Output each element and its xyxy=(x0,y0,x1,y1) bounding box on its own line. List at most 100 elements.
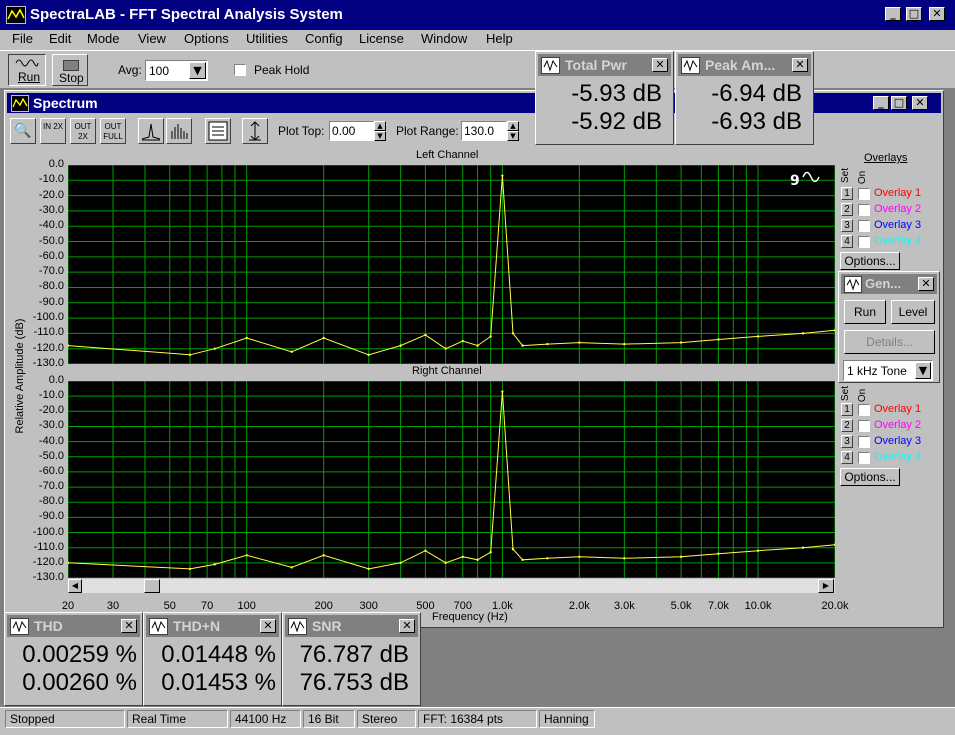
magnify-button[interactable]: 🔍 xyxy=(10,118,36,144)
maximize-button[interactable]: □ xyxy=(906,7,922,21)
thdn-title: THD+N xyxy=(173,618,221,634)
thdn-close-button[interactable]: ✕ xyxy=(260,619,276,633)
plot-range-input[interactable]: 130.0 xyxy=(461,121,507,141)
generator-title-bar[interactable]: Gen... ✕ xyxy=(841,274,937,294)
menu-license[interactable]: License xyxy=(359,31,404,46)
overlay-set-button[interactable]: 4 xyxy=(841,451,853,464)
spectrum-point xyxy=(623,557,626,560)
app-title-bar[interactable]: SpectraLAB - FFT Spectral Analysis Syste… xyxy=(0,0,955,30)
plot-top-input[interactable]: 0.00 xyxy=(329,121,374,141)
bar-mode-button[interactable] xyxy=(166,118,192,144)
chevron-down-icon[interactable]: ▼ xyxy=(189,62,206,79)
horizontal-scrollbar[interactable]: ◀ ▶ xyxy=(68,579,835,593)
x-tick-label: 70 xyxy=(200,600,214,612)
menu-help[interactable]: Help xyxy=(486,31,513,46)
minimize-button[interactable]: _ xyxy=(885,7,901,21)
overlay-set-button[interactable]: 3 xyxy=(841,435,853,448)
overlay-on-label: On xyxy=(857,170,869,185)
overlay-set-button[interactable]: 2 xyxy=(841,203,853,216)
menu-file[interactable]: File xyxy=(12,31,33,46)
generator-run-button[interactable]: Run xyxy=(844,300,886,324)
thd-close-button[interactable]: ✕ xyxy=(121,619,137,633)
overlay-on-checkbox[interactable] xyxy=(858,420,870,432)
spin-down-icon[interactable]: ▼ xyxy=(507,131,519,141)
overlay-on-checkbox[interactable] xyxy=(858,236,870,248)
line-mode-button[interactable] xyxy=(138,118,164,144)
menu-config[interactable]: Config xyxy=(305,31,343,46)
spectrum-maximize-button[interactable]: □ xyxy=(891,96,907,110)
spectrum-point xyxy=(717,552,720,555)
generator-details-button[interactable]: Details... xyxy=(844,330,935,354)
snr-close-button[interactable]: ✕ xyxy=(399,619,415,633)
spectrum-close-button[interactable]: ✕ xyxy=(912,96,928,110)
scroll-left-icon[interactable]: ◀ xyxy=(68,579,82,593)
avg-select[interactable]: 100 ▼ xyxy=(145,60,208,81)
spin-down-icon[interactable]: ▼ xyxy=(374,131,386,141)
run-button[interactable]: Run xyxy=(8,54,46,86)
menu-window[interactable]: Window xyxy=(421,31,467,46)
peak-amp-title-bar[interactable]: Peak Am... ✕ xyxy=(678,54,811,76)
overlay-set-button[interactable]: 3 xyxy=(841,219,853,232)
overlay-set-button[interactable]: 1 xyxy=(841,403,853,416)
overlay-set-button[interactable]: 4 xyxy=(841,235,853,248)
zoom-in-2x-button[interactable]: IN 2X xyxy=(40,118,66,144)
peak-amp-close-button[interactable]: ✕ xyxy=(792,58,808,72)
total-pwr-title-bar[interactable]: Total Pwr ✕ xyxy=(538,54,671,76)
stop-button[interactable]: Stop xyxy=(52,54,88,86)
plot-top-value: 0.00 xyxy=(332,124,356,138)
menu-utilities[interactable]: Utilities xyxy=(246,31,288,46)
scroll-right-icon[interactable]: ▶ xyxy=(818,579,834,593)
thd-meter[interactable]: THD ✕ 0.00259 % 0.00260 % xyxy=(4,612,143,706)
spin-up-icon[interactable]: ▲ xyxy=(374,121,386,131)
spin-up-icon[interactable]: ▲ xyxy=(507,121,519,131)
thdn-meter[interactable]: THD+N ✕ 0.01448 % 0.01453 % xyxy=(143,612,282,706)
menu-mode[interactable]: Mode xyxy=(87,31,120,46)
right-channel-label: Right Channel xyxy=(412,365,482,377)
thd-title-bar[interactable]: THD ✕ xyxy=(7,615,140,637)
spectrum-point xyxy=(245,336,248,340)
spectrum-minimize-button[interactable]: _ xyxy=(873,96,889,110)
generator-level-button[interactable]: Level xyxy=(891,300,935,324)
menu-edit[interactable]: Edit xyxy=(49,31,71,46)
overlay-on-checkbox[interactable] xyxy=(858,188,870,200)
overlay-on-checkbox[interactable] xyxy=(858,404,870,416)
left-channel-plot[interactable]: 9 xyxy=(68,165,835,364)
svg-text:9: 9 xyxy=(790,173,800,189)
plot-top-spinner[interactable]: ▲ ▼ xyxy=(374,121,386,141)
close-button[interactable]: ✕ xyxy=(929,7,945,21)
generator-close-button[interactable]: ✕ xyxy=(918,277,934,291)
overlay-set-button[interactable]: 2 xyxy=(841,419,853,432)
chevron-down-icon[interactable]: ▼ xyxy=(915,362,931,379)
scroll-thumb[interactable] xyxy=(144,579,160,593)
generator-icon xyxy=(844,276,862,293)
thdn-title-bar[interactable]: THD+N ✕ xyxy=(146,615,279,637)
spectrum-point xyxy=(461,555,464,558)
overlay-options-button[interactable]: Options... xyxy=(840,252,900,270)
range-button[interactable] xyxy=(242,118,268,144)
total-pwr-meter[interactable]: Total Pwr ✕ -5.93 dB -5.92 dB xyxy=(535,51,674,145)
menu-view[interactable]: View xyxy=(138,31,166,46)
zoom-out-2x-button[interactable]: OUT 2X xyxy=(70,118,96,144)
generator-tone-select[interactable]: 1 kHz Tone ▼ xyxy=(843,360,933,381)
snr-right: 76.753 dB xyxy=(299,669,409,696)
peak-amp-meter[interactable]: Peak Am... ✕ -6.94 dB -6.93 dB xyxy=(675,51,814,145)
overlay-on-checkbox[interactable] xyxy=(858,204,870,216)
snr-meter[interactable]: SNR ✕ 76.787 dB 76.753 dB xyxy=(282,612,421,706)
overlay-on-checkbox[interactable] xyxy=(858,452,870,464)
overlay-on-checkbox[interactable] xyxy=(858,220,870,232)
snr-title-bar[interactable]: SNR ✕ xyxy=(285,615,418,637)
menu-options[interactable]: Options xyxy=(184,31,229,46)
peak-hold-checkbox[interactable] xyxy=(234,64,246,76)
plot-range-spinner[interactable]: ▲ ▼ xyxy=(507,121,519,141)
right-channel-plot[interactable] xyxy=(68,381,835,578)
overlay-options-button-right[interactable]: Options... xyxy=(840,468,900,486)
generator-tone-value: 1 kHz Tone xyxy=(847,364,907,378)
overlay-set-button[interactable]: 1 xyxy=(841,187,853,200)
spectrum-point xyxy=(489,551,492,554)
properties-button[interactable] xyxy=(205,118,231,144)
meter-icon xyxy=(541,57,560,74)
total-pwr-close-button[interactable]: ✕ xyxy=(652,58,668,72)
zoom-out-full-button[interactable]: OUT FULL xyxy=(100,118,126,144)
overlay-on-checkbox[interactable] xyxy=(858,436,870,448)
app-icon[interactable] xyxy=(6,6,26,24)
